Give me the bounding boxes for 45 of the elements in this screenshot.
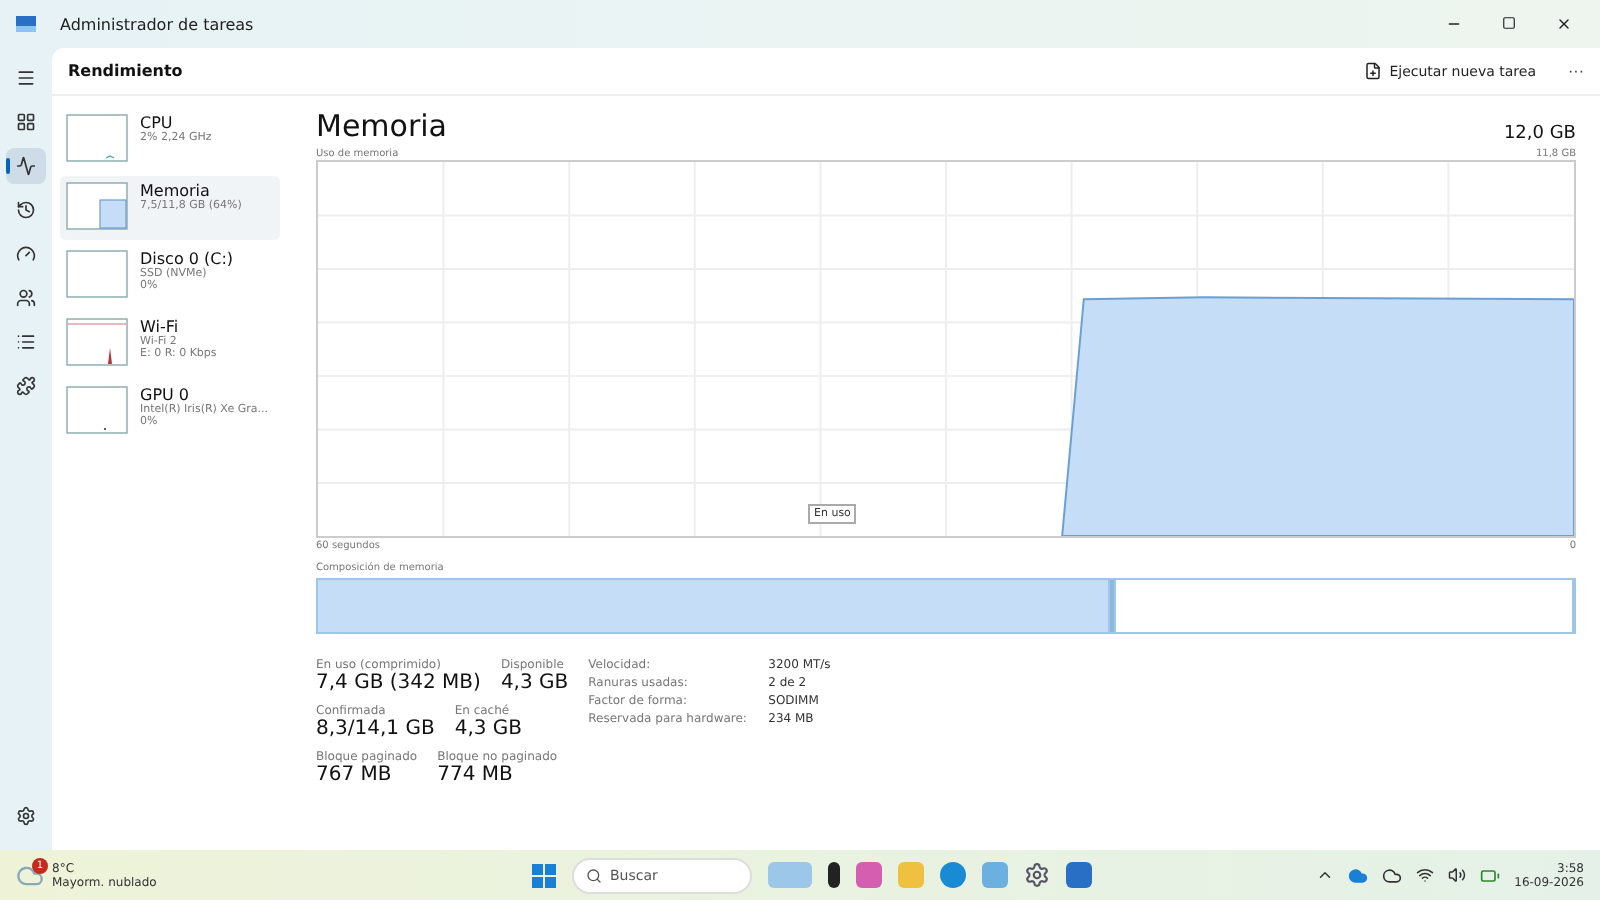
device-name: Wi-Fi — [140, 318, 181, 336]
device-name: Disco 0 (C:) — [140, 250, 234, 268]
device-name: GPU 0 — [140, 386, 190, 404]
section-title: Memoria — [316, 108, 447, 144]
chevron-up-icon[interactable] — [1316, 866, 1335, 884]
battery-icon[interactable] — [1480, 865, 1501, 885]
puzzle-icon — [16, 376, 36, 396]
stat-value: 774 MB — [437, 764, 515, 786]
app-icon[interactable] — [828, 862, 840, 888]
stat-value: 7,4 GB (342 MB) — [316, 672, 481, 694]
nav-button[interactable] — [6, 148, 46, 184]
volume-icon[interactable] — [1448, 866, 1467, 884]
page-title: Rendimiento — [68, 62, 183, 80]
graph-thumbnail — [66, 318, 128, 366]
pulse-icon — [16, 156, 36, 176]
stat-value: 8,3/14,1 GB — [316, 718, 435, 740]
stat-value: 767 MB — [316, 764, 394, 786]
device-name: Memoria — [140, 182, 210, 200]
grid-icon — [16, 112, 36, 132]
graph-thumbnail — [66, 250, 128, 298]
gauge-icon — [16, 244, 36, 264]
stat-value: 4,3 GB — [500, 672, 569, 694]
graph-thumbnail — [66, 114, 128, 162]
cloud-icon[interactable] — [1382, 865, 1403, 885]
close-icon[interactable] — [1556, 16, 1572, 32]
new-file-icon — [1363, 62, 1382, 80]
settings-icon — [16, 806, 36, 826]
search-icon — [586, 867, 602, 883]
graph-thumbnail — [66, 386, 128, 434]
weather-icon[interactable] — [16, 861, 44, 889]
stat-value: 4,3 GB — [454, 718, 523, 740]
graph-thumbnail — [66, 182, 128, 230]
history-icon — [16, 200, 36, 220]
wifi-icon[interactable] — [1416, 866, 1435, 884]
maximize-icon[interactable] — [1502, 16, 1516, 30]
list-icon — [16, 332, 36, 352]
total-memory: 12,0 GB — [1503, 124, 1576, 144]
settings-icon[interactable] — [1024, 862, 1050, 888]
window-title: Administrador de tareas — [60, 15, 254, 33]
app-icon — [16, 16, 36, 32]
menu-icon — [16, 68, 36, 88]
more-button[interactable]: ··· — [1568, 62, 1584, 80]
start-icon[interactable] — [532, 863, 556, 887]
device-name: CPU — [140, 114, 173, 132]
users-icon — [16, 288, 36, 308]
